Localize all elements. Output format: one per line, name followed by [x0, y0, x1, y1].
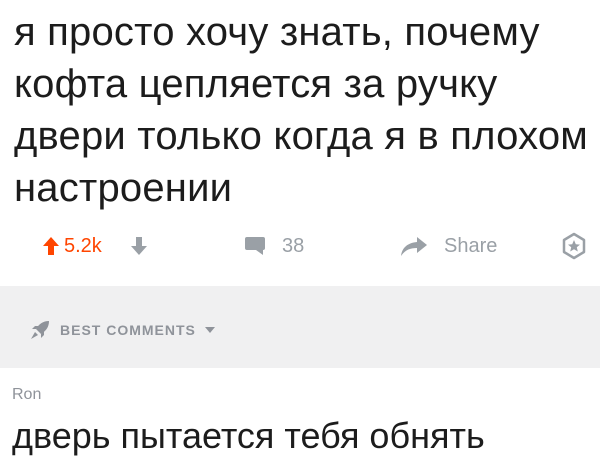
comments-count[interactable]: 38 [282, 226, 304, 266]
share-label[interactable]: Share [444, 226, 497, 266]
downvote-button[interactable] [130, 226, 148, 266]
chevron-down-icon [204, 326, 216, 334]
share-button[interactable] [400, 226, 428, 266]
award-icon [560, 232, 588, 260]
post-action-bar: 5.2k 38 Share [0, 226, 600, 266]
award-button[interactable] [560, 226, 588, 266]
post-title: я просто хочу знать, почему кофта цепляе… [14, 10, 588, 210]
comment-text: дверь пытается тебя обнять [12, 415, 485, 456]
share-arrow-icon [400, 235, 428, 257]
downvote-arrow-icon [130, 236, 148, 256]
comment-author[interactable]: Ron [12, 386, 41, 404]
comments-button[interactable] [244, 226, 266, 266]
sort-label: BEST COMMENTS [60, 322, 196, 338]
rocket-icon [28, 318, 52, 342]
vote-score: 5.2k [64, 234, 102, 257]
comment-bubble-icon [244, 236, 266, 256]
upvote-button[interactable] [42, 226, 60, 266]
upvote-arrow-icon [42, 236, 60, 256]
comment-sort-dropdown[interactable]: BEST COMMENTS [28, 318, 216, 342]
